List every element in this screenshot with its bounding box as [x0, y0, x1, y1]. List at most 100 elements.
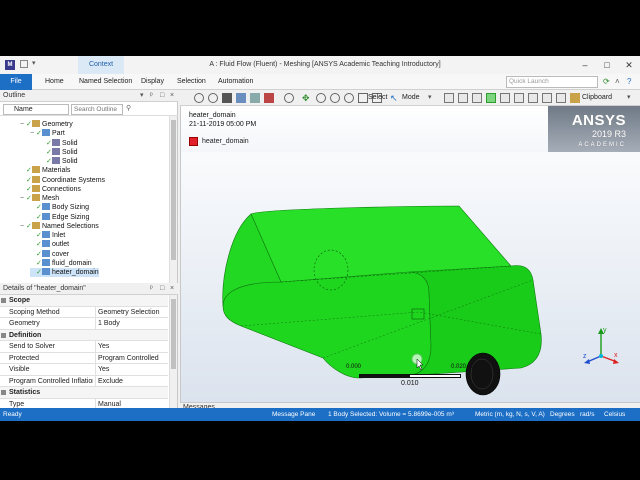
search-outline-input[interactable]: [71, 104, 123, 115]
details-value[interactable]: 1 Body: [95, 318, 167, 329]
help-icon[interactable]: ?: [627, 77, 637, 87]
tree-node[interactable]: ✓ Coordinate Systems: [20, 175, 105, 185]
pin-icon[interactable]: ▾: [140, 90, 148, 102]
graphics-viewport[interactable]: heater_domain 21-11-2019 05:00 PM heater…: [180, 106, 640, 402]
tab-selection[interactable]: Selection: [177, 74, 206, 90]
tree-node[interactable]: ✓ Materials: [20, 166, 70, 175]
context-tab[interactable]: Context: [78, 56, 124, 74]
panel-menu-icon[interactable]: □: [160, 90, 168, 102]
details-section-header[interactable]: Definition: [0, 329, 168, 341]
clipboard-icon[interactable]: [570, 93, 580, 103]
tree-node[interactable]: − ✓ Named Selections: [20, 221, 99, 231]
box-zoom-icon[interactable]: [358, 93, 368, 103]
tree-node-selected[interactable]: ✓ heater_domain: [30, 268, 99, 277]
details-value[interactable]: Yes: [95, 341, 167, 352]
select-element-icon[interactable]: [514, 93, 524, 103]
details-section-header[interactable]: Statistics: [0, 387, 168, 399]
details-value[interactable]: Program Controlled: [95, 352, 167, 364]
details-value[interactable]: Geometry Selection: [95, 306, 167, 318]
view-icon[interactable]: [250, 93, 260, 103]
details-row[interactable]: Visible Yes: [0, 364, 168, 376]
details-row[interactable]: Scoping Method Geometry Selection: [0, 306, 168, 318]
outline-scrollbar[interactable]: [169, 116, 177, 283]
tree-node[interactable]: ✓ outlet: [30, 240, 69, 249]
mode-dropdown[interactable]: Mode: [402, 90, 420, 106]
refresh-icon[interactable]: ⟳: [603, 77, 613, 87]
tree-node[interactable]: ✓ Body Sizing: [30, 203, 89, 212]
tree-node[interactable]: − ✓ Part: [30, 129, 65, 138]
details-menu-icon[interactable]: □: [160, 283, 168, 295]
isometric-icon[interactable]: [236, 93, 246, 103]
panel-close-icon[interactable]: ×: [170, 90, 178, 102]
tree-node[interactable]: ✓ Connections: [20, 184, 81, 194]
geometry-model[interactable]: [181, 106, 640, 402]
clipboard-chevron-down-icon[interactable]: ▾: [627, 93, 637, 103]
details-scrollbar[interactable]: [169, 295, 177, 408]
details-row[interactable]: Type Manual: [0, 398, 168, 408]
minimize-button[interactable]: –: [574, 56, 596, 74]
select-vertex-icon[interactable]: [444, 93, 454, 103]
tab-named-selection[interactable]: Named Selection: [79, 74, 132, 90]
temperature-unit[interactable]: Celsius: [604, 408, 625, 421]
tab-automation[interactable]: Automation: [218, 74, 253, 90]
select-node-icon[interactable]: [500, 93, 510, 103]
select-face-icon[interactable]: [472, 93, 482, 103]
quick-access-menu-icon[interactable]: ▾: [32, 60, 40, 68]
save-icon[interactable]: [20, 60, 28, 68]
select-all-icon[interactable]: [542, 93, 552, 103]
collapse-icon[interactable]: [1, 332, 6, 338]
pointer-icon[interactable]: ↖: [390, 93, 400, 103]
tree-node[interactable]: ✓ Solid: [40, 147, 78, 157]
autohide-icon[interactable]: ᵖ: [150, 90, 158, 102]
collapse-icon[interactable]: [1, 298, 6, 303]
tree-node[interactable]: ✓ Solid: [40, 138, 78, 148]
tree-node[interactable]: ✓ Edge Sizing: [30, 212, 89, 222]
details-value[interactable]: Manual: [95, 398, 167, 408]
tree-node[interactable]: − ✓ Mesh: [20, 194, 59, 203]
details-pin-icon[interactable]: ᵖ: [150, 283, 158, 295]
details-value[interactable]: Yes: [95, 364, 167, 375]
tree-node[interactable]: ✓ Inlet: [30, 231, 65, 240]
unit-system[interactable]: Metric (m, kg, N, s, V, A): [475, 408, 545, 421]
display-options-icon[interactable]: [264, 93, 274, 103]
tree-node[interactable]: ✓ fluid_domain: [30, 258, 92, 268]
details-section-header[interactable]: Scope: [0, 295, 168, 307]
details-row[interactable]: Send to Solver Yes: [0, 341, 168, 353]
tab-home[interactable]: Home: [45, 74, 64, 90]
details-row[interactable]: Geometry 1 Body: [0, 318, 168, 330]
select-edge-icon[interactable]: [458, 93, 468, 103]
extend-selection-icon[interactable]: [556, 93, 566, 103]
filter-icon[interactable]: ⚲: [126, 104, 131, 112]
zoom-in-icon[interactable]: [316, 93, 326, 103]
select-face-element-icon[interactable]: [528, 93, 538, 103]
zoom-icon[interactable]: [194, 93, 204, 103]
details-row[interactable]: Protected Program Controlled: [0, 352, 168, 364]
select-body-icon[interactable]: [486, 93, 496, 103]
tab-file[interactable]: File: [0, 74, 32, 90]
zoom-box-icon[interactable]: [208, 93, 218, 103]
tab-display[interactable]: Display: [141, 74, 164, 90]
ribbon-collapse-icon[interactable]: ˄: [615, 77, 625, 87]
clipboard-dropdown[interactable]: Clipboard: [582, 90, 612, 106]
close-button[interactable]: ✕: [618, 56, 640, 74]
details-scroll-thumb[interactable]: [171, 299, 176, 369]
details-close-icon[interactable]: ×: [170, 283, 178, 295]
app-icon[interactable]: M: [5, 60, 15, 70]
cube-icon[interactable]: [222, 93, 232, 103]
axis-triad[interactable]: y x z: [581, 326, 621, 366]
collapse-icon[interactable]: [1, 390, 6, 395]
zoom-out-icon[interactable]: [330, 93, 340, 103]
details-value[interactable]: Exclude: [95, 375, 167, 387]
outline-scroll-thumb[interactable]: [171, 120, 176, 260]
tree-node[interactable]: ✓ Solid: [40, 157, 78, 166]
details-row[interactable]: Program Controlled Inflation Exclude: [0, 375, 168, 387]
quick-launch-input[interactable]: Quick Launch: [506, 76, 598, 88]
rotate-icon[interactable]: [284, 93, 294, 103]
rate-unit[interactable]: rad/s: [580, 408, 594, 421]
angle-unit[interactable]: Degrees: [550, 408, 575, 421]
message-pane-toggle[interactable]: Message Pane: [272, 408, 315, 421]
zoom-to-fit-icon[interactable]: [344, 93, 354, 103]
maximize-button[interactable]: □: [596, 56, 618, 74]
mode-chevron-down-icon[interactable]: ▾: [428, 93, 438, 103]
select-label[interactable]: Select: [368, 90, 387, 106]
